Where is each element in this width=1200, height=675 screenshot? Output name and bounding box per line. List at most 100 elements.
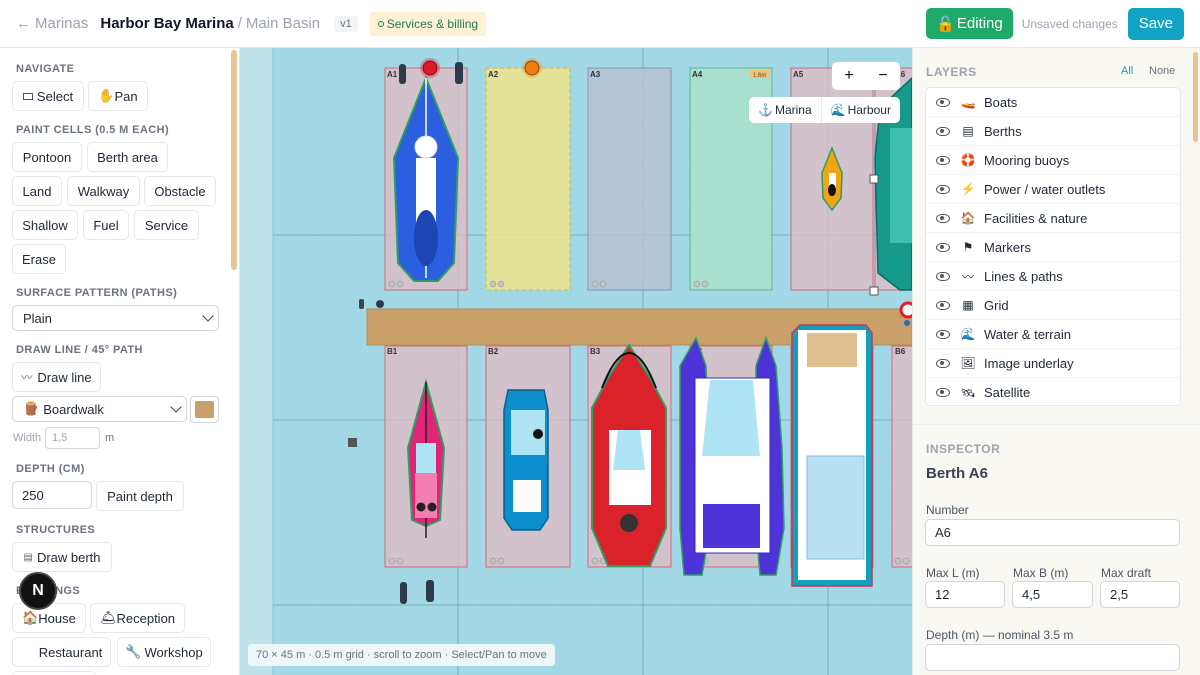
draw-berth-label: Draw berth [36,549,101,565]
paint-shallow-button[interactable]: Shallow [12,210,78,240]
view-toggle: ⚓ Marina 🌊 Harbour [749,97,900,123]
eye-icon[interactable] [936,97,950,107]
reception-label: Reception [116,610,176,626]
select-rectangle-icon [22,92,33,100]
berth-label: B1 [387,347,398,356]
selection-handle[interactable] [869,286,879,296]
eye-icon[interactable] [936,329,950,339]
eye-icon[interactable] [936,155,950,165]
inspector-title: Berth A6 [926,465,988,482]
layer-row-facilities[interactable]: 🏠 Facilities & nature [926,204,1180,233]
mooring-buoy-icon[interactable] [422,60,438,76]
max-length-label: Max L (m) [926,566,980,580]
line-width-input[interactable]: 1,5 [45,427,100,449]
layer-row-lines-paths[interactable]: 〰 Lines & paths [926,262,1180,291]
line-color-swatch[interactable] [190,396,219,423]
depth-label: Depth (m) — nominal 3.5 m [926,628,1074,642]
editing-toggle-button[interactable]: 🔓 Editing [926,8,1013,39]
view-harbour-button[interactable]: 🌊 Harbour [820,97,900,123]
power-outlet-icon [455,62,463,84]
building-house-button[interactable]: 🏠 House [12,603,86,633]
back-link[interactable]: ← Marinas [16,15,88,32]
layer-row-water-terrain[interactable]: 🌊 Water & terrain [926,320,1180,349]
paint-pontoon-button[interactable]: Pontoon [12,142,82,172]
select-tool-button[interactable]: Select [12,81,84,111]
draw-berth-button[interactable]: ▤ Draw berth [12,542,112,572]
catamaran-B2[interactable] [503,389,549,531]
layers-none-link[interactable]: None [1149,65,1175,77]
eye-icon[interactable] [936,213,950,223]
paint-erase-button[interactable]: Erase [12,244,66,274]
building-restaurant-button[interactable]: Restaurant [12,637,111,667]
berth-A3[interactable] [587,67,672,291]
building-reception-button[interactable]: 🛎 Reception [90,603,185,633]
layer-row-image-underlay[interactable]: 🖼 Image underlay [926,349,1180,378]
layer-row-boats[interactable]: 🚤 Boats [926,88,1180,117]
marker-icon [348,438,357,447]
services-icon [377,20,384,27]
paint-walkway-button[interactable]: Walkway [67,176,140,206]
eye-icon[interactable] [936,300,950,310]
max-length-input[interactable]: 12 [925,581,1005,608]
save-button[interactable]: Save [1127,7,1184,40]
line-width-label: Width [13,432,42,444]
depth-input[interactable] [925,644,1180,671]
select-label: Select [36,88,74,104]
houseboat-B5[interactable] [791,324,873,587]
building-more-button[interactable] [12,671,96,675]
eye-icon[interactable] [936,184,950,194]
surface-pattern-heading: SURFACE PATTERN (PATHS) [16,287,178,299]
berth-label: A3 [590,70,601,79]
depth-badge-text: 1.6m [753,73,766,79]
view-marina-button[interactable]: ⚓ Marina [749,97,821,123]
marina-canvas[interactable]: A1 A2 A3 A4 A5 A6 B1 B2 B3 B4 B5 B6 1.6m [240,48,912,675]
berth-A2[interactable] [485,67,571,291]
sidebar-scrollbar[interactable] [231,50,237,270]
pan-tool-button[interactable]: ✋ Pan [88,81,148,111]
line-material-select[interactable]: 🪵 Boardwalk [12,396,187,422]
paint-service-button[interactable]: Service [134,210,199,240]
berth-B6[interactable] [891,345,912,568]
eye-icon[interactable] [936,358,950,368]
wave-icon: 🌊 [830,103,846,117]
panel-scrollbar[interactable] [1193,52,1198,142]
satellite-icon: 🛰 [960,385,976,400]
paint-land-button[interactable]: Land [12,176,62,206]
depth-input[interactable]: 250 [12,481,92,509]
layers-all-link[interactable]: All [1121,65,1133,77]
layer-row-mooring-buoys[interactable]: 🛟 Mooring buoys [926,146,1180,175]
mooring-buoy-icon[interactable] [524,60,540,76]
user-avatar[interactable]: N [19,572,57,610]
eye-icon[interactable] [936,271,950,281]
layer-row-markers[interactable]: ⚑ Markers [926,233,1180,262]
navigate-heading: NAVIGATE [16,63,75,75]
berth-number-input[interactable]: A6 [925,519,1180,546]
marina-map[interactable]: A1 A2 A3 A4 A5 A6 B1 B2 B3 B4 B5 B6 1.6m [240,48,912,675]
layer-row-satellite[interactable]: 🛰 Satellite [926,378,1180,407]
paint-obstacle-button[interactable]: Obstacle [144,176,216,206]
layer-row-grid[interactable]: ▦ Grid [926,291,1180,320]
berth-label: A2 [488,70,499,79]
layer-row-power-water[interactable]: ⚡ Power / water outlets [926,175,1180,204]
layer-row-berths[interactable]: ▤ Berths [926,117,1180,146]
paint-fuel-button[interactable]: Fuel [83,210,129,240]
layer-label: Berths [984,123,1022,139]
paint-cells-heading: PAINT CELLS (0.5 M EACH) [16,124,170,136]
building-workshop-button[interactable]: 🔧 Workshop [117,637,211,667]
zoom-in-button[interactable]: + [832,62,866,90]
zoom-out-button[interactable]: − [866,62,900,90]
layer-label: Grid [984,297,1009,313]
house-icon: 🏠 [22,610,39,625]
eye-icon[interactable] [936,126,950,136]
services-billing-button[interactable]: Services & billing [369,11,487,36]
draw-line-button[interactable]: 〰 Draw line [12,362,101,392]
surface-pattern-select[interactable]: Plain [12,305,219,331]
eye-icon[interactable] [936,242,950,252]
layer-label: Markers [984,239,1031,255]
max-beam-input[interactable]: 4,5 [1012,581,1093,608]
paint-depth-button[interactable]: Paint depth [96,481,184,511]
paint-berth-area-button[interactable]: Berth area [87,142,168,172]
selection-handle[interactable] [869,174,879,184]
eye-icon[interactable] [936,388,950,397]
max-draft-input[interactable]: 2,5 [1100,581,1180,608]
